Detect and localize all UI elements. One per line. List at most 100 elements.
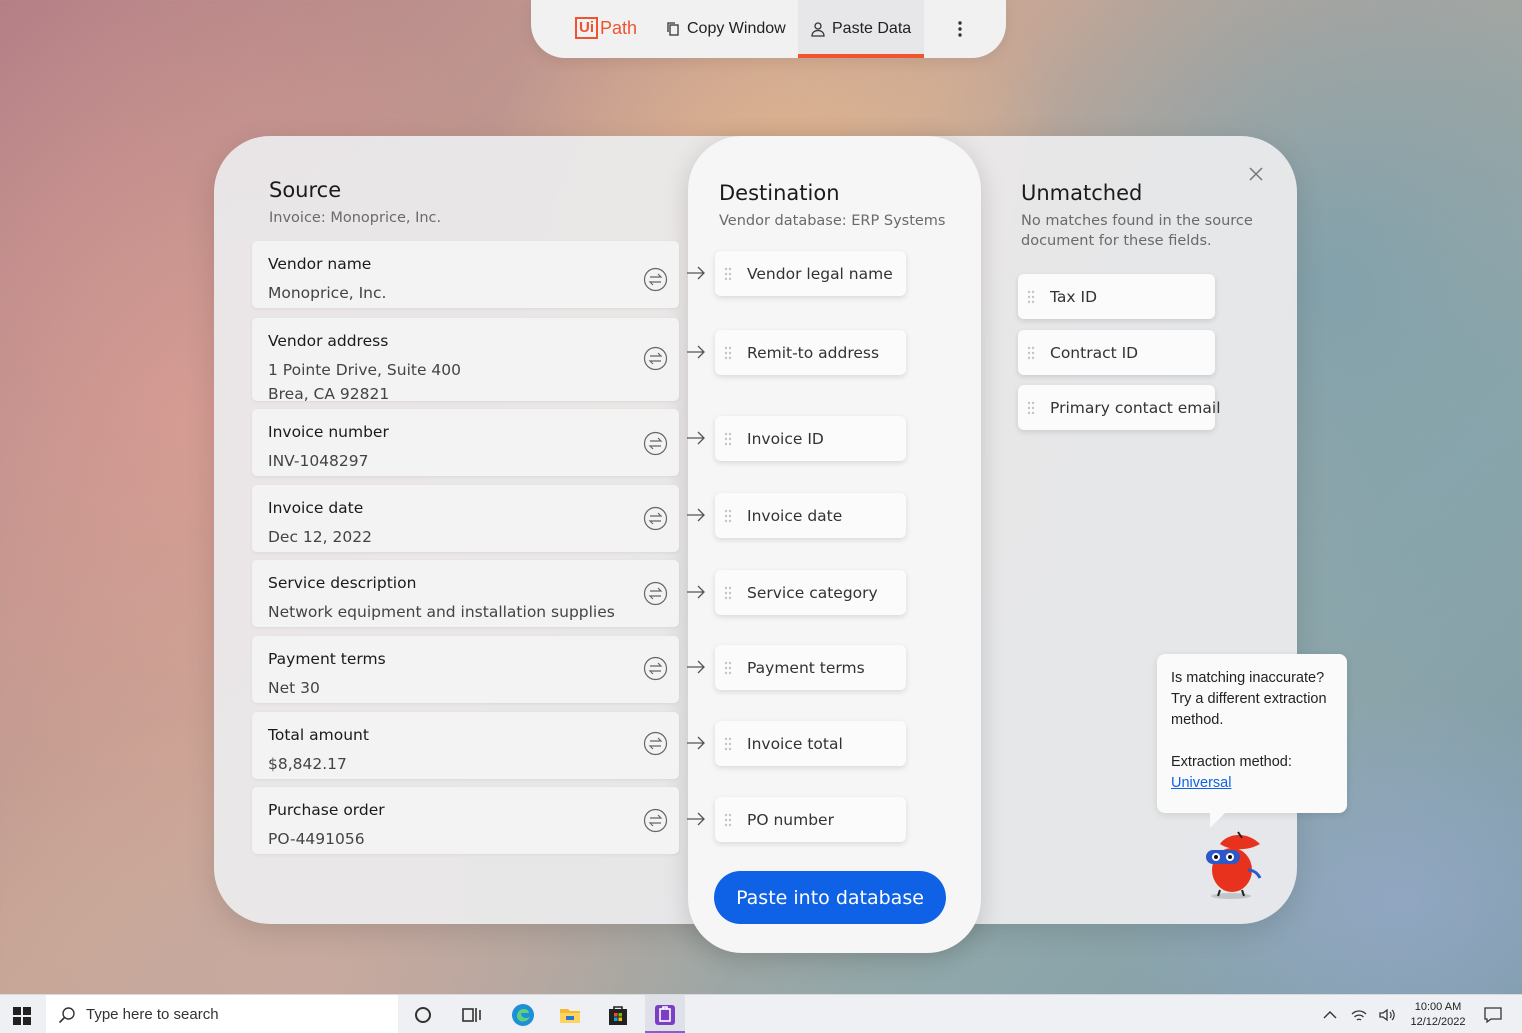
drag-handle-icon[interactable] <box>1027 346 1035 360</box>
tooltip-method-label: Extraction method: <box>1171 754 1292 770</box>
unmatched-field-label: Tax ID <box>1050 287 1098 306</box>
windows-taskbar: Type here to search 10:00 AM 12/12/2022 <box>0 994 1522 1033</box>
copy-icon <box>665 21 681 37</box>
source-field-invoice-number: Invoice number INV-1048297 <box>252 409 679 476</box>
paste-into-database-button[interactable]: Paste into database <box>714 871 946 924</box>
arrow-right-icon <box>686 508 706 522</box>
drag-handle-icon[interactable] <box>724 432 732 446</box>
unmatched-field-label: Contract ID <box>1050 343 1139 362</box>
swap-icon[interactable] <box>643 731 668 756</box>
unmatched-field-contract-id[interactable]: Contract ID <box>1018 330 1215 375</box>
source-field-label: Payment terms <box>268 650 386 668</box>
destination-field-po-number[interactable]: PO number <box>715 797 906 842</box>
copy-window-button[interactable]: Copy Window <box>665 0 786 58</box>
destination-field-payment-terms[interactable]: Payment terms <box>715 645 906 690</box>
destination-field-invoice-total[interactable]: Invoice total <box>715 721 906 766</box>
source-field-label: Vendor name <box>268 255 372 273</box>
notification-icon[interactable] <box>1483 1005 1503 1025</box>
destination-field-label: Invoice total <box>747 734 843 753</box>
more-options-button[interactable] <box>953 0 973 58</box>
destination-field-invoice-date[interactable]: Invoice date <box>715 493 906 538</box>
drag-handle-icon[interactable] <box>724 267 732 281</box>
source-field-value: Dec 12, 2022 <box>268 528 372 546</box>
source-field-value: INV-1048297 <box>268 452 369 470</box>
swap-icon[interactable] <box>643 581 668 606</box>
source-field-payment-terms: Payment terms Net 30 <box>252 636 679 703</box>
drag-handle-icon[interactable] <box>724 586 732 600</box>
destination-field-vendor-legal-name[interactable]: Vendor legal name <box>715 251 906 296</box>
arrow-right-icon <box>686 345 706 359</box>
unmatched-subtitle: No matches found in the source document … <box>1021 213 1253 249</box>
edge-browser-icon[interactable] <box>511 1003 535 1027</box>
source-field-value: PO-4491056 <box>268 830 365 848</box>
swap-icon[interactable] <box>643 506 668 531</box>
drag-handle-icon[interactable] <box>724 813 732 827</box>
drag-handle-icon[interactable] <box>724 509 732 523</box>
destination-field-label: Invoice ID <box>747 429 824 448</box>
source-field-label: Purchase order <box>268 801 385 819</box>
drag-handle-icon[interactable] <box>724 737 732 751</box>
microsoft-store-icon[interactable] <box>606 1003 630 1027</box>
destination-field-label: Service category <box>747 583 878 602</box>
destination-field-label: PO number <box>747 810 834 829</box>
drag-handle-icon[interactable] <box>1027 401 1035 415</box>
source-field-label: Vendor address <box>268 332 389 350</box>
paste-data-label: Paste Data <box>832 20 912 37</box>
destination-field-label: Remit-to address <box>747 343 880 362</box>
taskbar-clock[interactable]: 10:00 AM 12/12/2022 <box>1408 1000 1468 1030</box>
search-icon <box>58 1006 76 1024</box>
destination-subtitle: Vendor database: ERP Systems <box>719 213 946 229</box>
file-explorer-icon[interactable] <box>558 1003 582 1027</box>
tooltip-message: Is matching inaccurate? Try a different … <box>1171 670 1327 728</box>
task-view-icon[interactable] <box>460 1003 484 1027</box>
more-vertical-icon <box>957 20 963 38</box>
clock-time: 10:00 AM <box>1414 1001 1462 1013</box>
user-icon <box>810 21 826 37</box>
unmatched-field-tax-id[interactable]: Tax ID <box>1018 274 1215 319</box>
cortana-icon[interactable] <box>411 1003 435 1027</box>
swap-icon[interactable] <box>643 656 668 681</box>
arrow-right-icon <box>686 585 706 599</box>
source-field-label: Service description <box>268 574 417 592</box>
arrow-right-icon <box>686 660 706 674</box>
source-field-value: $8,842.17 <box>268 755 347 773</box>
drag-handle-icon[interactable] <box>1027 290 1035 304</box>
source-field-invoice-date: Invoice date Dec 12, 2022 <box>252 485 679 552</box>
destination-title: Destination <box>719 181 840 205</box>
destination-field-label: Invoice date <box>747 506 843 525</box>
source-subtitle: Invoice: Monoprice, Inc. <box>269 210 442 226</box>
taskbar-active-app[interactable] <box>645 995 685 1033</box>
uipath-assistant-icon[interactable] <box>653 1003 677 1027</box>
swap-icon[interactable] <box>643 808 668 833</box>
extraction-method-link[interactable]: Universal <box>1171 773 1333 794</box>
drag-handle-icon[interactable] <box>724 661 732 675</box>
close-icon[interactable] <box>1247 165 1265 183</box>
source-title: Source <box>269 178 342 202</box>
swap-icon[interactable] <box>643 346 668 371</box>
source-field-purchase-order: Purchase order PO-4491056 <box>252 787 679 854</box>
uipath-logo: Ui Path <box>575 16 637 40</box>
destination-field-remit-to-address[interactable]: Remit-to address <box>715 330 906 375</box>
taskbar-search-box[interactable]: Type here to search <box>46 995 398 1033</box>
source-field-value: Monoprice, Inc. <box>268 284 387 302</box>
unmatched-title: Unmatched <box>1021 181 1143 205</box>
source-field-vendor-address: Vendor address 1 Pointe Drive, Suite 400… <box>252 318 679 403</box>
destination-field-label: Payment terms <box>747 658 865 677</box>
windows-start-icon[interactable] <box>13 1007 31 1025</box>
source-field-value: 1 Pointe Drive, Suite 400 Brea, CA 92821 <box>268 361 462 403</box>
paste-data-tab[interactable]: Paste Data <box>798 0 924 58</box>
swap-icon[interactable] <box>643 431 668 456</box>
copy-window-label: Copy Window <box>687 20 786 37</box>
source-field-value: Net 30 <box>268 679 320 697</box>
drag-handle-icon[interactable] <box>724 346 732 360</box>
volume-icon[interactable] <box>1378 1006 1396 1024</box>
mascot-icon[interactable] <box>1198 826 1264 900</box>
destination-field-service-category[interactable]: Service category <box>715 570 906 615</box>
chevron-up-icon[interactable] <box>1321 1006 1339 1024</box>
unmatched-field-primary-contact-email[interactable]: Primary contact email <box>1018 385 1221 430</box>
unmatched-field-label: Primary contact email <box>1050 398 1221 417</box>
network-icon[interactable] <box>1350 1006 1368 1024</box>
destination-field-invoice-id[interactable]: Invoice ID <box>715 416 906 461</box>
swap-icon[interactable] <box>643 267 668 292</box>
source-field-total-amount: Total amount $8,842.17 <box>252 712 679 779</box>
